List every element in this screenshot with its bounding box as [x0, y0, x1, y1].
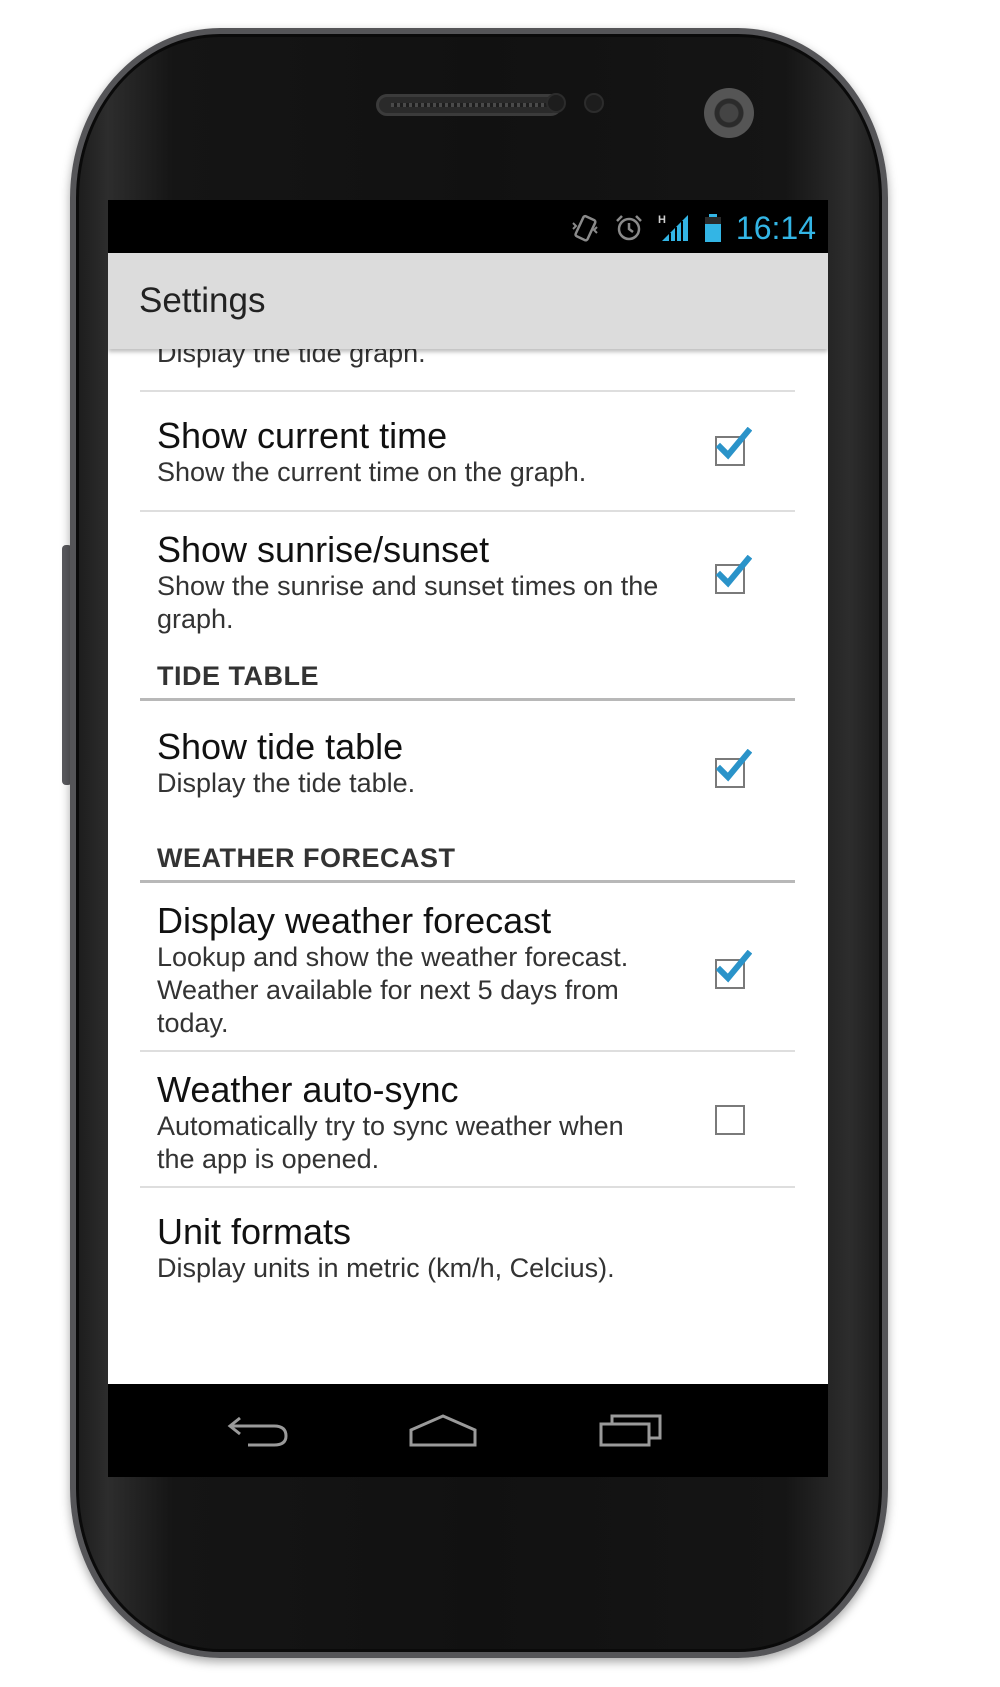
- alarm-icon: [614, 213, 644, 243]
- screen: H 16:14 Settings Display the tide graph.…: [108, 200, 828, 1477]
- pref-summary: Display the tide graph.: [157, 349, 426, 368]
- proximity-sensor: [546, 93, 566, 113]
- pref-title: Weather auto-sync: [157, 1069, 459, 1110]
- signal-h-icon: H: [658, 213, 690, 243]
- light-sensor: [584, 93, 604, 113]
- back-icon[interactable]: [226, 1412, 290, 1453]
- pref-unit-formats[interactable]: Unit formats Display units in metric (km…: [140, 1188, 795, 1318]
- pref-checkbox[interactable]: [715, 427, 752, 466]
- pref-summary: Show the sunrise and sunset times on the…: [157, 571, 659, 634]
- checkmark-icon: [716, 748, 752, 781]
- checkmark-icon: [716, 555, 752, 588]
- pref-checkbox[interactable]: [715, 949, 752, 989]
- pref-summary: Display the tide table.: [157, 768, 416, 798]
- front-camera: [704, 88, 754, 138]
- pref-checkbox[interactable]: [715, 1105, 745, 1135]
- pref-show-tide-table[interactable]: Show tide table Display the tide table.: [140, 701, 795, 836]
- pref-display-weather-forecast[interactable]: Display weather forecast Lookup and show…: [140, 883, 795, 1050]
- pref-summary: Lookup and show the weather forecast. We…: [157, 942, 629, 1038]
- pref-show-tide-graph[interactable]: Display the tide graph.: [140, 349, 795, 390]
- pref-checkbox[interactable]: [715, 748, 752, 788]
- pref-summary: Display units in metric (km/h, Celcius).: [157, 1253, 615, 1283]
- checkmark-icon: [716, 427, 752, 460]
- vibrate-icon: [570, 213, 600, 243]
- status-bar: H 16:14: [108, 200, 828, 253]
- section-header-weather-forecast: WEATHER FORECAST: [157, 843, 456, 873]
- pref-checkbox[interactable]: [715, 555, 752, 594]
- recent-apps-icon[interactable]: [598, 1412, 664, 1453]
- pref-show-current-time[interactable]: Show current time Show the current time …: [140, 392, 795, 510]
- settings-list[interactable]: Display the tide graph. Show current tim…: [108, 349, 828, 1384]
- pref-title: Display weather forecast: [157, 900, 552, 941]
- pref-show-sunrise-sunset[interactable]: Show sunrise/sunset Show the sunrise and…: [140, 512, 795, 654]
- navigation-bar: [108, 1384, 828, 1477]
- home-icon[interactable]: [408, 1412, 478, 1453]
- battery-icon: [704, 213, 722, 243]
- pref-title: Show current time: [157, 415, 448, 456]
- section-header-tide-table: TIDE TABLE: [157, 661, 319, 691]
- page-title: Settings: [139, 281, 266, 320]
- svg-text:H: H: [658, 214, 666, 226]
- device-frame: H 16:14 Settings Display the tide graph.…: [0, 0, 1000, 1687]
- pref-title: Unit formats: [157, 1211, 352, 1252]
- earpiece-speaker: [376, 94, 562, 116]
- pref-title: Show sunrise/sunset: [157, 529, 490, 570]
- checkmark-icon: [716, 949, 752, 982]
- pref-weather-auto-sync[interactable]: Weather auto-sync Automatically try to s…: [140, 1052, 795, 1186]
- action-bar: Settings: [108, 253, 828, 349]
- pref-summary: Automatically try to sync weather when t…: [157, 1111, 624, 1174]
- pref-title: Show tide table: [157, 726, 404, 767]
- pref-summary: Show the current time on the graph.: [157, 457, 587, 487]
- status-clock: 16:14: [735, 210, 816, 246]
